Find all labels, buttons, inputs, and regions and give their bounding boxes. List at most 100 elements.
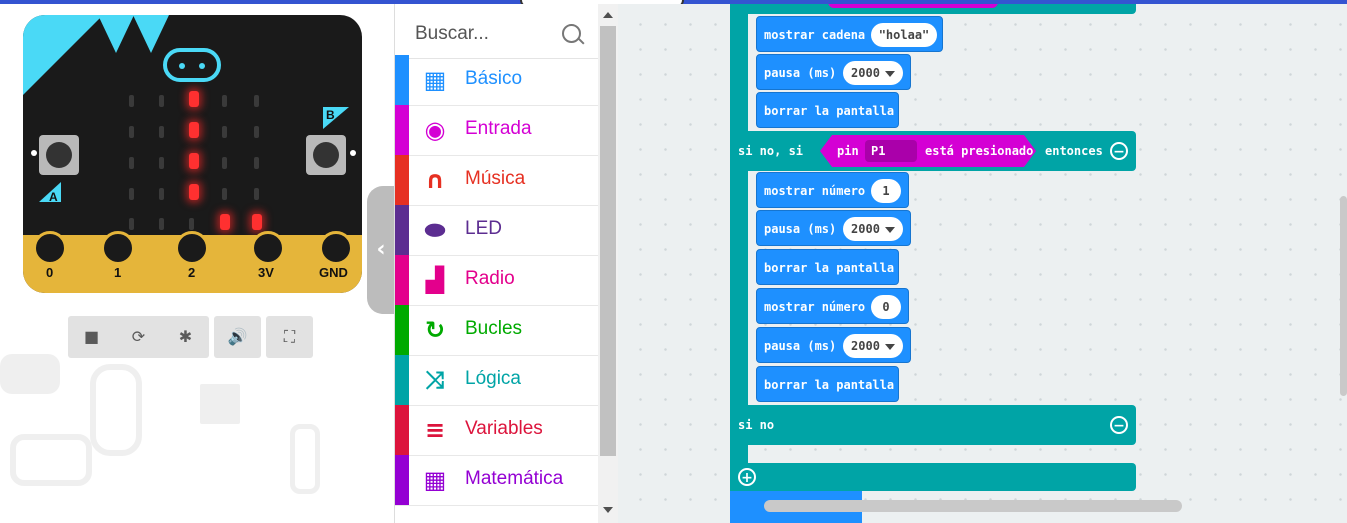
pause-value-dropdown[interactable]: 2000 xyxy=(843,217,903,241)
category-color-bar xyxy=(395,305,409,355)
blocks-workspace[interactable]: mostrar cadena "holaa" pausa (ms) 2000 b… xyxy=(618,4,1347,523)
sim-audio-control: 🔊 xyxy=(214,316,261,358)
category-matematica[interactable]: ▦ Matemática xyxy=(395,455,599,506)
workspace-vertical-scrollbar[interactable] xyxy=(1340,196,1347,396)
debug-icon[interactable]: ✱ xyxy=(162,316,209,358)
headphones-icon: ∩ xyxy=(425,166,445,194)
category-color-bar xyxy=(395,255,409,305)
search-icon[interactable] xyxy=(562,24,581,43)
pause-label: pausa (ms) xyxy=(764,222,837,236)
pause-block[interactable]: pausa (ms) 2000 xyxy=(756,54,911,90)
workspace-horizontal-scrollbar[interactable] xyxy=(764,500,1182,512)
category-logica[interactable]: ⤨ Lógica xyxy=(395,355,599,406)
pin-2[interactable] xyxy=(175,231,209,265)
category-musica[interactable]: ∩ Música xyxy=(395,155,599,206)
clear-screen-block[interactable]: borrar la pantalla xyxy=(756,92,899,128)
led xyxy=(222,188,227,200)
target-icon: ◉ xyxy=(424,116,446,144)
pause-value: 2000 xyxy=(851,222,880,236)
category-color-bar xyxy=(395,55,409,105)
category-color-bar xyxy=(395,105,409,155)
remove-branch-icon[interactable]: − xyxy=(1110,142,1128,160)
stop-icon[interactable]: ■ xyxy=(68,316,115,358)
loop-icon: ↻ xyxy=(424,316,446,344)
button-dot xyxy=(31,150,37,156)
pin-dropdown[interactable]: P1 xyxy=(865,140,917,162)
led xyxy=(159,95,164,107)
category-led[interactable]: ⬬ LED xyxy=(395,205,599,256)
clear-label: borrar la pantalla xyxy=(764,378,895,392)
show-string-block[interactable]: mostrar cadena "holaa" xyxy=(756,16,943,52)
category-color-bar xyxy=(395,205,409,255)
pin-3v[interactable] xyxy=(251,231,285,265)
pause-value-dropdown[interactable]: 2000 xyxy=(843,334,903,358)
category-label: Bucles xyxy=(465,318,523,339)
led xyxy=(222,157,227,169)
scroll-down-icon[interactable] xyxy=(603,507,613,513)
category-basico[interactable]: ▦ Básico xyxy=(395,55,599,106)
number-value-field[interactable]: 1 xyxy=(871,179,901,203)
clear-screen-block[interactable]: borrar la pantalla xyxy=(756,366,899,402)
led xyxy=(159,188,164,200)
led-on xyxy=(252,214,262,230)
then-label: entonces xyxy=(1045,144,1103,158)
else-label: si no xyxy=(738,418,775,432)
sim-controls: ■ ⟳ ✱ xyxy=(68,316,209,358)
category-label: Radio xyxy=(465,268,515,289)
add-branch-icon[interactable]: + xyxy=(738,468,756,486)
restart-icon[interactable]: ⟳ xyxy=(115,316,162,358)
pause-block[interactable]: pausa (ms) 2000 xyxy=(756,327,911,363)
number-value-field[interactable]: 0 xyxy=(871,295,901,319)
else-if-row[interactable]: si no, si pin P1 está presionado entonce… xyxy=(730,131,1136,171)
pin-pressed-block[interactable]: pin P1 está presionado xyxy=(820,135,1036,167)
else-if-label: si no, si xyxy=(738,144,804,158)
remove-branch-icon[interactable]: − xyxy=(1110,416,1128,434)
string-value-field[interactable]: "holaa" xyxy=(871,23,937,47)
clear-screen-block[interactable]: borrar la pantalla xyxy=(756,249,899,285)
pin-gnd[interactable] xyxy=(319,231,353,265)
led xyxy=(129,157,134,169)
if-block-bottom[interactable]: + xyxy=(730,463,1136,491)
button-a[interactable] xyxy=(39,135,79,175)
show-number-label: mostrar número xyxy=(764,184,866,198)
show-number-block[interactable]: mostrar número 0 xyxy=(756,288,909,324)
fullscreen-icon[interactable]: ⛶ xyxy=(266,316,313,358)
chevron-down-icon xyxy=(884,343,895,350)
chevron-down-icon xyxy=(884,226,895,233)
else-row[interactable]: si no − xyxy=(730,405,1136,445)
category-label: Variables xyxy=(465,418,543,439)
scrollbar-thumb[interactable] xyxy=(600,26,616,456)
search-input[interactable]: Buscar... xyxy=(415,23,489,45)
category-label: Música xyxy=(465,168,526,189)
show-number-label: mostrar número xyxy=(764,300,866,314)
condition-block-partial[interactable] xyxy=(828,4,998,8)
category-variables[interactable]: ≡ Variables xyxy=(395,405,599,456)
pin-0[interactable] xyxy=(33,231,67,265)
pause-block[interactable]: pausa (ms) 2000 xyxy=(756,210,911,246)
microbit-logo[interactable] xyxy=(163,48,221,82)
button-b[interactable] xyxy=(306,135,346,175)
collapse-simulator-button[interactable]: ‹ xyxy=(367,186,395,314)
sim-fullscreen-control: ⛶ xyxy=(266,316,313,358)
toolbox-scrollbar[interactable] xyxy=(598,4,618,523)
pin-1[interactable] xyxy=(101,231,135,265)
show-number-block[interactable]: mostrar número 1 xyxy=(756,172,909,208)
scroll-up-icon[interactable] xyxy=(603,12,613,18)
category-entrada[interactable]: ◉ Entrada xyxy=(395,105,599,156)
category-color-bar xyxy=(395,455,409,505)
bg-decoration xyxy=(200,384,240,424)
button-b-label: B xyxy=(326,108,335,122)
clear-label: borrar la pantalla xyxy=(764,104,895,118)
pause-value: 2000 xyxy=(851,66,880,80)
category-color-bar xyxy=(395,155,409,205)
category-radio[interactable]: ▟ Radio xyxy=(395,255,599,306)
audio-icon[interactable]: 🔊 xyxy=(214,316,261,358)
button-dot xyxy=(350,150,356,156)
pause-value-dropdown[interactable]: 2000 xyxy=(843,61,903,85)
list-icon: ≡ xyxy=(424,416,446,444)
search-box[interactable]: Buscar... xyxy=(395,8,599,59)
led xyxy=(129,95,134,107)
category-label: LED xyxy=(465,218,502,239)
category-bucles[interactable]: ↻ Bucles xyxy=(395,305,599,356)
bg-decoration xyxy=(0,354,60,394)
